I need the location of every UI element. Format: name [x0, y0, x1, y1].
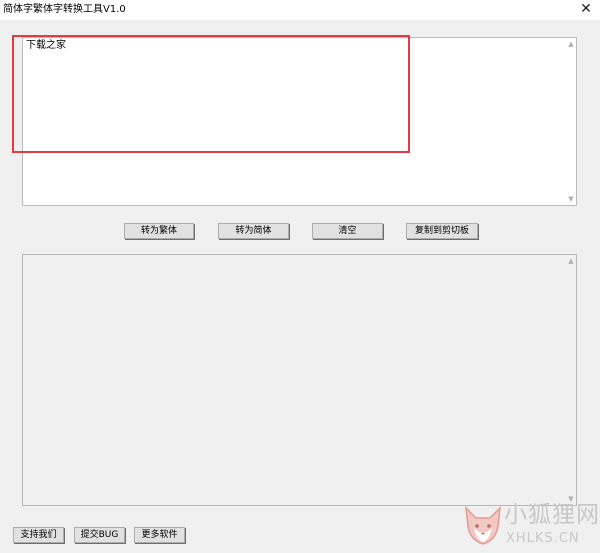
- scroll-up-icon[interactable]: ▲: [566, 38, 576, 50]
- input-scrollbar[interactable]: ▲ ▼: [566, 38, 576, 205]
- input-text: 下载之家: [26, 40, 66, 51]
- fox-logo-icon: [465, 505, 501, 545]
- copy-clipboard-button[interactable]: 复制到剪切板: [406, 223, 478, 239]
- title-bar[interactable]: 简体字繁体字转换工具V1.0 ✕: [0, 0, 600, 20]
- site-watermark: 小狐狸网 XHLKS.CN: [462, 500, 600, 552]
- output-textarea[interactable]: ▲ ▼: [22, 254, 577, 506]
- clear-button[interactable]: 清空: [312, 223, 383, 239]
- more-software-button[interactable]: 更多软件: [134, 527, 185, 543]
- watermark-name-cn: 小狐狸网: [504, 502, 600, 528]
- scroll-down-icon[interactable]: ▼: [566, 193, 576, 205]
- submit-bug-button[interactable]: 提交BUG: [74, 527, 125, 543]
- support-button[interactable]: 支持我们: [13, 527, 64, 543]
- window-title: 简体字繁体字转换工具V1.0: [3, 4, 126, 15]
- to-simplified-button[interactable]: 转为简体: [218, 223, 289, 239]
- app-window: 简体字繁体字转换工具V1.0 ✕ 下载之家 ▲ ▼ 转为繁体 转为简体 清空 复…: [0, 0, 600, 553]
- watermark-name-en: XHLKS.CN: [506, 531, 580, 546]
- input-textarea[interactable]: 下载之家 ▲ ▼: [22, 37, 577, 206]
- scroll-up-icon[interactable]: ▲: [566, 255, 576, 267]
- to-traditional-button[interactable]: 转为繁体: [124, 223, 194, 239]
- close-icon[interactable]: ✕: [572, 0, 600, 20]
- output-scrollbar[interactable]: ▲ ▼: [566, 255, 576, 505]
